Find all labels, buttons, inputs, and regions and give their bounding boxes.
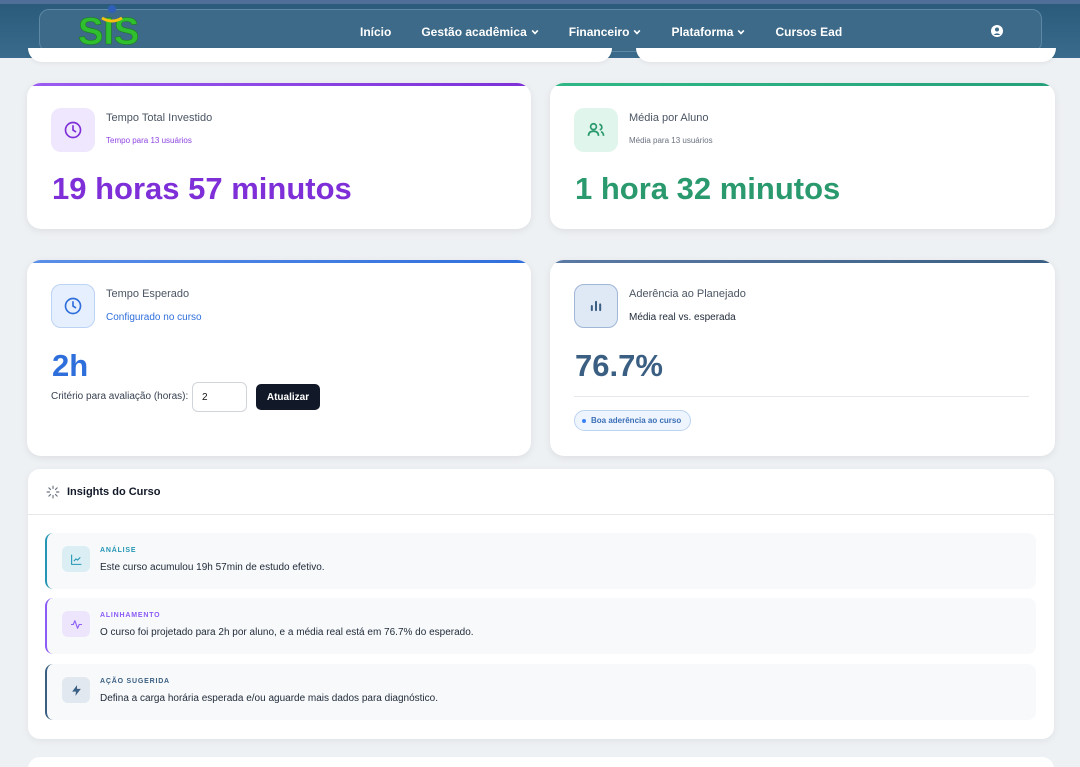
nav-financeiro[interactable]: Financeiro xyxy=(569,25,642,39)
card-subtitle: Tempo para 13 usuários xyxy=(106,136,192,145)
criterion-hours-input[interactable] xyxy=(192,382,247,412)
adherence-value: 76.7% xyxy=(575,348,663,383)
zap-icon xyxy=(62,677,90,703)
adherence-card: Aderência ao Planejado Média real vs. es… xyxy=(550,260,1055,456)
card-subtitle: Média real vs. esperada xyxy=(629,312,736,323)
next-card-edge xyxy=(28,757,1054,767)
insight-label: AÇÃO SUGERIDA xyxy=(100,678,170,685)
card-accent-bar xyxy=(27,260,531,263)
clock-icon-box xyxy=(51,108,95,152)
card-edge-top-left xyxy=(28,48,612,62)
insights-panel: Insights do Curso ANÁLISE Este curso acu… xyxy=(28,469,1054,739)
total-time-card: Tempo Total Investido Tempo para 13 usuá… xyxy=(27,83,531,229)
card-accent-bar xyxy=(550,260,1055,263)
insight-text: Este curso acumulou 19h 57min de estudo … xyxy=(100,562,325,573)
card-title: Tempo Esperado xyxy=(106,288,190,300)
nav-financeiro-label: Financeiro xyxy=(568,24,630,39)
total-time-value: 19 horas 57 minutos xyxy=(52,171,352,206)
users-icon xyxy=(587,122,605,136)
navbar: SIS Início Gestão acadêmica Financeiro P… xyxy=(39,5,1042,53)
criterion-label: Critério para avaliação (horas): xyxy=(51,391,189,402)
clock-icon xyxy=(64,297,82,315)
line-chart-icon xyxy=(62,546,90,572)
card-accent-bar xyxy=(550,83,1055,86)
per-student-card: Média por Aluno Média para 13 usuários 1… xyxy=(550,83,1055,229)
card-subtitle: Média para 13 usuários xyxy=(629,136,713,145)
insight-item-acao-sugerida: AÇÃO SUGERIDA Defina a carga horária esp… xyxy=(45,664,1036,720)
insights-title: Insights do Curso xyxy=(67,485,161,498)
nav-gestao-label: Gestão acadêmica xyxy=(421,24,527,39)
card-edge-top-right xyxy=(636,48,1056,62)
card-title: Tempo Total Investido xyxy=(106,112,213,124)
nav-inicio[interactable]: Início xyxy=(360,25,391,39)
insight-item-alinhamento: ALINHAMENTO O curso foi projetado para 2… xyxy=(45,598,1036,654)
users-icon-box xyxy=(574,108,618,152)
user-circle-icon[interactable] xyxy=(991,25,1003,37)
expected-time-card: Tempo Esperado Configurado no curso 2h C… xyxy=(27,260,531,456)
svg-text:SIS: SIS xyxy=(78,11,139,48)
insights-header: Insights do Curso xyxy=(28,469,1054,515)
nav-plataforma-label: Plataforma xyxy=(671,24,734,39)
nav-cursos-ead[interactable]: Cursos Ead xyxy=(775,25,842,39)
chevron-down-icon xyxy=(738,29,745,35)
insight-text: Defina a carga horária esperada e/ou agu… xyxy=(100,693,438,704)
chevron-down-icon xyxy=(531,29,539,35)
nav-cursos-ead-label: Cursos Ead xyxy=(775,24,843,39)
insight-text: O curso foi projetado para 2h por aluno,… xyxy=(100,627,474,638)
clock-icon-box xyxy=(51,284,95,328)
update-button[interactable]: Atualizar xyxy=(256,384,320,410)
bar-chart-icon-box xyxy=(574,284,618,328)
clock-icon xyxy=(64,121,82,139)
expected-time-value: 2h xyxy=(52,348,89,383)
adherence-status-badge: Boa aderência ao curso xyxy=(574,410,692,431)
divider xyxy=(574,396,1029,397)
activity-icon xyxy=(62,611,90,637)
nav-gestao-academica[interactable]: Gestão acadêmica xyxy=(421,24,539,39)
sis-logo[interactable]: SIS xyxy=(76,4,152,48)
main-nav: Início Gestão acadêmica Financeiro Plata… xyxy=(360,10,872,53)
bar-chart-icon xyxy=(590,300,602,312)
insight-label: ANÁLISE xyxy=(100,547,137,554)
chevron-down-icon xyxy=(634,29,641,35)
card-title: Média por Aluno xyxy=(629,112,709,124)
card-accent-bar xyxy=(27,83,531,86)
insight-item-analise: ANÁLISE Este curso acumulou 19h 57min de… xyxy=(45,533,1036,589)
nav-plataforma[interactable]: Plataforma xyxy=(671,25,745,39)
nav-inicio-label: Início xyxy=(360,24,392,39)
per-student-value: 1 hora 32 minutos xyxy=(575,171,841,206)
card-subtitle: Configurado no curso xyxy=(106,312,202,323)
card-title: Aderência ao Planejado xyxy=(629,288,746,300)
loader-icon xyxy=(46,485,60,498)
insight-label: ALINHAMENTO xyxy=(100,612,161,619)
